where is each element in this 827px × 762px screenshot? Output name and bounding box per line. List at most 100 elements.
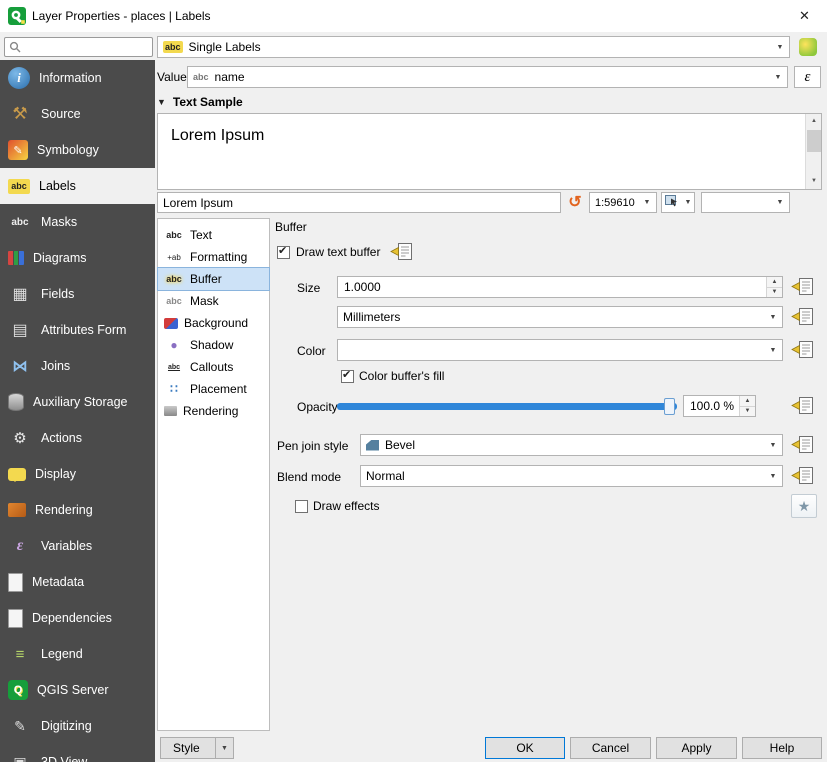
ok-button[interactable]: OK	[485, 737, 565, 759]
diagrams-icon	[8, 251, 24, 265]
sidebar-item-symbology[interactable]: ✎Symbology	[0, 132, 155, 168]
preview-background-dropdown[interactable]: ▼	[701, 192, 790, 213]
sidebar-item-rendering[interactable]: Rendering	[0, 492, 155, 528]
close-button[interactable]: ✕	[782, 0, 827, 32]
blend-mode-value: Normal	[366, 469, 405, 483]
rendering-tab-icon	[164, 406, 177, 416]
spin-down-icon[interactable]: ▼	[767, 287, 782, 298]
search-input[interactable]	[4, 37, 153, 57]
sidebar-item-metadata[interactable]: Metadata	[0, 564, 155, 600]
apply-button[interactable]: Apply	[656, 737, 737, 759]
sidebar-item-display[interactable]: Display	[0, 456, 155, 492]
sidebar-item-diagrams[interactable]: Diagrams	[0, 240, 155, 276]
sidebar-item-label: Source	[41, 107, 81, 121]
sidebar-item-dependencies[interactable]: Dependencies	[0, 600, 155, 636]
color-buffers-fill-checkbox[interactable]	[341, 370, 354, 383]
sidebar-item-auxiliary-storage[interactable]: Auxiliary Storage	[0, 384, 155, 420]
tab-shadow[interactable]: ●Shadow	[158, 334, 269, 356]
tab-formatting[interactable]: +abFormatting	[158, 246, 269, 268]
sidebar-item-masks[interactable]: abcMasks	[0, 204, 155, 240]
variables-icon: ε	[8, 534, 32, 558]
labels-icon: abc	[163, 41, 183, 53]
sidebar-item-fields[interactable]: ▦Fields	[0, 276, 155, 312]
effects-settings-button[interactable]: ★	[791, 494, 817, 518]
sidebar-item-qgis-server[interactable]: QQGIS Server	[0, 672, 155, 708]
automated-placement-settings-button[interactable]	[794, 36, 821, 58]
cancel-button[interactable]: Cancel	[570, 737, 651, 759]
sidebar-item-variables[interactable]: ε Variables	[0, 528, 155, 564]
scroll-up-icon[interactable]: ▲	[806, 114, 822, 129]
tab-placement[interactable]: ∷Placement	[158, 378, 269, 400]
chevron-down-icon: ▼	[771, 44, 789, 51]
expression-builder-button[interactable]: ε	[794, 66, 821, 88]
value-field-dropdown[interactable]: abc name ▼	[187, 66, 788, 88]
labeling-engine-icon	[799, 38, 817, 56]
text-sample-header[interactable]: ▼ Text Sample	[157, 94, 243, 110]
draw-effects-checkbox[interactable]	[295, 500, 308, 513]
scrollbar-thumb[interactable]	[807, 130, 821, 152]
sidebar-item-labels[interactable]: abcLabels	[0, 168, 155, 204]
tab-callouts[interactable]: abcCallouts	[158, 356, 269, 378]
draw-effects-label: Draw effects	[313, 499, 379, 513]
sidebar-list: iInformation⚒Source✎SymbologyabcLabelsab…	[0, 60, 155, 762]
tab-text[interactable]: abc Text	[158, 224, 269, 246]
sidebar-item-information[interactable]: iInformation	[0, 60, 155, 96]
preview-scale-value: 1:59610	[595, 197, 635, 209]
digitizing-icon: ✎	[8, 714, 32, 738]
sidebar-item-legend[interactable]: ≡Legend	[0, 636, 155, 672]
sample-text-input[interactable]	[157, 192, 561, 213]
draw-text-buffer-checkbox[interactable]	[277, 246, 290, 259]
data-defined-override-button[interactable]	[790, 435, 814, 455]
data-defined-override-button[interactable]	[790, 307, 814, 327]
color-label: Color	[297, 344, 326, 358]
tab-mask[interactable]: abcMask	[158, 290, 269, 312]
data-defined-override-button[interactable]	[389, 242, 413, 262]
spin-up-icon[interactable]: ▲	[740, 396, 755, 406]
pen-join-style-dropdown[interactable]: Bevel ▼	[360, 434, 783, 456]
tab-rendering[interactable]: Rendering	[158, 400, 269, 422]
data-defined-override-button[interactable]	[790, 340, 814, 360]
pen-join-style-label: Pen join style	[277, 439, 348, 453]
titlebar[interactable]: Layer Properties - places | Labels ✕	[0, 0, 827, 32]
preview-scrollbar[interactable]: ▲ ▼	[805, 114, 821, 189]
opacity-spinbox[interactable]: 100.0 % ▲ ▼	[683, 395, 756, 417]
style-menu-button[interactable]: Style ▼	[160, 737, 234, 759]
scroll-down-icon[interactable]: ▼	[806, 174, 822, 189]
help-button[interactable]: Help	[742, 737, 822, 759]
map-scale-capture-dropdown[interactable]: ▼	[661, 192, 695, 213]
tab-label: Text	[190, 228, 212, 242]
chevron-down-icon: ▼	[638, 199, 656, 206]
tab-background[interactable]: Background	[158, 312, 269, 334]
sidebar-item-label: Attributes Form	[41, 323, 126, 337]
sidebar-item-source[interactable]: ⚒Source	[0, 96, 155, 132]
sidebar-item-digitizing[interactable]: ✎Digitizing	[0, 708, 155, 744]
window-title: Layer Properties - places | Labels	[32, 0, 211, 32]
sidebar-item-actions[interactable]: ⚙Actions	[0, 420, 155, 456]
data-defined-override-button[interactable]	[790, 277, 814, 297]
sidebar-item-joins[interactable]: ⋈Joins	[0, 348, 155, 384]
data-defined-override-button[interactable]	[790, 396, 814, 416]
data-defined-override-button[interactable]	[790, 466, 814, 486]
sidebar-item-attributes-form[interactable]: ▤Attributes Form	[0, 312, 155, 348]
spinner-arrows[interactable]: ▲ ▼	[739, 396, 755, 416]
sidebar-item-label: Legend	[41, 647, 83, 661]
opacity-slider[interactable]	[337, 398, 677, 415]
label-mode-dropdown[interactable]: abc Single Labels ▼	[157, 36, 790, 58]
opacity-slider-handle[interactable]	[664, 398, 675, 415]
sidebar-item-3d-view[interactable]: ▣3D View	[0, 744, 155, 762]
dependencies-icon	[8, 609, 23, 628]
sidebar-item-label: Variables	[41, 539, 92, 553]
text-tab-icon: abc	[164, 228, 184, 243]
opacity-slider-track	[337, 403, 677, 410]
size-units-dropdown[interactable]: Millimeters ▼	[337, 306, 783, 328]
reset-sample-icon[interactable]: ↺	[565, 192, 585, 213]
spin-down-icon[interactable]: ▼	[740, 406, 755, 417]
spin-up-icon[interactable]: ▲	[767, 277, 782, 287]
preview-scale-dropdown[interactable]: 1:59610 ▼	[589, 192, 657, 213]
buffer-size-spinbox[interactable]: 1.0000 ▲ ▼	[337, 276, 783, 298]
blend-mode-dropdown[interactable]: Normal ▼	[360, 465, 783, 487]
tab-buffer[interactable]: abcBuffer	[158, 268, 269, 290]
spinner-arrows[interactable]: ▲ ▼	[766, 277, 782, 297]
buffer-color-dropdown[interactable]: ▼	[337, 339, 783, 361]
chevron-down-icon: ▼	[764, 442, 782, 449]
